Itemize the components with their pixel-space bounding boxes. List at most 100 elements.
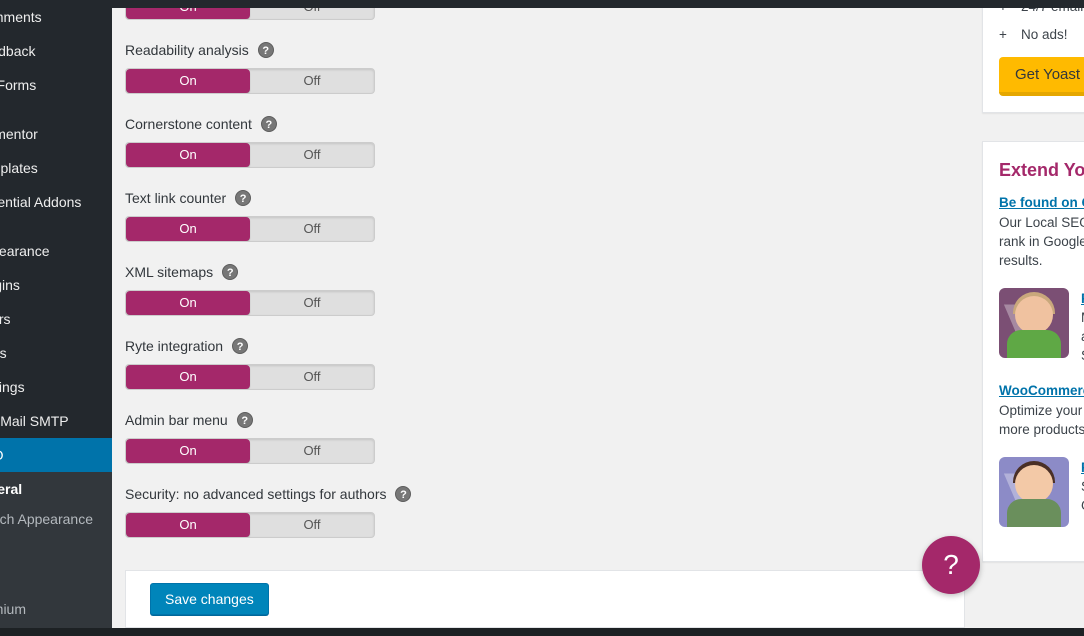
sidebar-item-appearance[interactable]: Appearance <box>0 234 112 268</box>
sidebar-subitem-label: Search Appearance <box>0 511 93 527</box>
help-icon[interactable]: ? <box>236 412 253 428</box>
premium-upsell-card: + Get real-time suggestions for internal… <box>982 8 1084 113</box>
admin-page: Comments Feedback WPForms Elementor Temp… <box>0 0 1084 636</box>
setting-label: Readability analysis <box>125 42 249 58</box>
toggle-cornerstone-content[interactable]: On Off <box>125 142 375 168</box>
toggle-option-on[interactable]: On <box>126 513 250 537</box>
sidebar-item-essential-addons[interactable]: Essential Addons <box>0 185 112 219</box>
sidebar-item-users[interactable]: Users <box>0 302 112 336</box>
help-icon[interactable]: ? <box>395 486 412 502</box>
sidebar-item-elementor[interactable]: Elementor <box>0 117 112 151</box>
extend-link-local-seo[interactable]: Be found on Google Maps and in local res… <box>999 195 1084 210</box>
help-icon[interactable]: ? <box>235 190 252 206</box>
setting-ryte-integration: Ryte integration ? On Off <box>125 330 625 390</box>
bottom-edge-bar <box>0 628 1084 636</box>
face-shape <box>1015 465 1053 503</box>
toggle-readability-analysis[interactable]: On Off <box>125 68 375 94</box>
toggle-option-on[interactable]: On <box>126 291 250 315</box>
toggle-option-on[interactable]: On <box>126 217 250 241</box>
active-pointer-icon <box>112 447 120 463</box>
toggle-option-off[interactable]: Off <box>250 291 374 315</box>
setting-label-row: Ryte integration ? <box>125 330 625 356</box>
feature-toggle-list: On Off Readability analysis ? On Off Cor… <box>125 8 625 552</box>
setting-label-row: Text link counter ? <box>125 182 625 208</box>
setting-admin-bar-menu: Admin bar menu ? On Off <box>125 404 625 464</box>
sidebar-item-label: Feedback <box>0 43 36 59</box>
help-icon[interactable]: ? <box>222 264 239 280</box>
toggle-ryte-integration[interactable]: On Off <box>125 364 375 390</box>
toggle-option-off[interactable]: Off <box>250 8 374 19</box>
sidebar-item-label: Elementor <box>0 126 38 142</box>
setting-text-link-counter: Text link counter ? On Off <box>125 182 625 242</box>
sidebar-subitem-general[interactable]: General <box>0 474 112 504</box>
sidebar-subitem-search-appearance[interactable]: Search Appearance <box>0 504 112 534</box>
help-button-icon[interactable]: ? <box>922 536 980 594</box>
avatar: y <box>999 288 1069 358</box>
sidebar-item-label: Plugins <box>0 277 20 293</box>
sidebar-subitem-premium[interactable]: Premium <box>0 594 112 624</box>
setting-label-row: Security: no advanced settings for autho… <box>125 478 625 504</box>
sidebar-item-plugins[interactable]: Plugins <box>0 268 112 302</box>
setting-label-row: Readability analysis ? <box>125 34 625 60</box>
extend-desc-local-seo: Our Local SEO plugin helps you rank in G… <box>999 215 1084 268</box>
setting-cornerstone-content: Cornerstone content ? On Off <box>125 108 625 168</box>
extend-link-woocommerce-seo[interactable]: WooCommerce SEO <box>999 383 1084 398</box>
body-shape <box>1007 330 1061 358</box>
setting-label-row: Admin bar menu ? <box>125 404 625 430</box>
settings-content-area: On Off Readability analysis ? On Off Cor… <box>112 8 974 636</box>
toggle-option-on[interactable]: On <box>126 8 250 19</box>
extend-card-title: Extend Yoast SEO <box>999 160 1084 180</box>
sidebar-submenu-seo[interactable]: General Search Appearance Premium <box>0 472 112 630</box>
toggle-text-link-counter[interactable]: On Off <box>125 216 375 242</box>
toggle-option-off[interactable]: Off <box>250 365 374 389</box>
person-entry: y Reach your audience Make your content … <box>999 288 1084 365</box>
sidebar-item-label: WPForms <box>0 77 37 93</box>
toggle-option-off[interactable]: Off <box>250 217 374 241</box>
admin-sidebar[interactable]: Comments Feedback WPForms Elementor Temp… <box>0 0 120 636</box>
toggle-option-on[interactable]: On <box>126 143 250 167</box>
help-icon[interactable]: ? <box>232 338 249 354</box>
sidebar-item-feedback[interactable]: Feedback <box>0 34 112 68</box>
help-icon[interactable]: ? <box>260 116 277 132</box>
toggle-option-off[interactable]: Off <box>250 439 374 463</box>
toggle-admin-bar-menu[interactable]: On Off <box>125 438 375 464</box>
setting-label: Admin bar menu <box>125 412 228 428</box>
toggle-xml-sitemaps[interactable]: On Off <box>125 290 375 316</box>
help-icon[interactable]: ? <box>257 42 274 58</box>
toggle-option-off[interactable]: Off <box>250 143 374 167</box>
toggle-option-on[interactable]: On <box>126 365 250 389</box>
plus-icon: + <box>999 27 1007 42</box>
setting-security-no-advanced-settings: Security: no advanced settings for autho… <box>125 478 625 538</box>
sidebar-item-label: Settings <box>0 379 25 395</box>
toggle-option-off[interactable]: Off <box>250 513 374 537</box>
setting-label: Cornerstone content <box>125 116 252 132</box>
sidebar-subitem-label: Premium <box>0 601 27 617</box>
setting-label: Ryte integration <box>125 338 224 354</box>
sidebar-item-tools[interactable]: Tools <box>0 336 112 370</box>
toggle-option-off[interactable]: Off <box>250 69 374 93</box>
setting-label: Text link counter <box>125 190 227 206</box>
sidebar-item-wpforms[interactable]: WPForms <box>0 68 112 102</box>
sidebar-item-settings[interactable]: Settings <box>0 370 112 404</box>
setting-readability-analysis: Readability analysis ? On Off <box>125 34 625 94</box>
extend-desc-woocommerce-seo: Optimize your shop's SEO and sell more p… <box>999 403 1084 437</box>
sidebar-item-label: Templates <box>0 160 38 176</box>
benefit-item: + 24/7 email support <box>999 8 1084 16</box>
get-yoast-premium-button[interactable]: Get Yoast SEO Premium <box>999 57 1084 96</box>
sidebar-item-label: Essential Addons <box>0 194 82 210</box>
sidebar-item-seo[interactable]: SEO <box>0 438 120 472</box>
toggle-clipped-above[interactable]: On Off <box>125 8 375 20</box>
body-shape <box>1007 499 1061 527</box>
wp-admin-bar <box>0 0 1084 8</box>
toggle-security-no-advanced-settings[interactable]: On Off <box>125 512 375 538</box>
avatar: y <box>999 457 1069 527</box>
toggle-option-on[interactable]: On <box>126 439 250 463</box>
setting-xml-sitemaps: XML sitemaps ? On Off <box>125 256 625 316</box>
save-changes-button[interactable]: Save changes <box>150 583 269 615</box>
sidebar-divider <box>0 102 112 117</box>
setting-label: XML sitemaps <box>125 264 214 280</box>
sidebar-item-wp-mail-smtp[interactable]: WP Mail SMTP <box>0 404 112 438</box>
toggle-option-on[interactable]: On <box>126 69 250 93</box>
sidebar-item-templates[interactable]: Templates <box>0 151 112 185</box>
sidebar-item-label: Appearance <box>0 243 50 259</box>
